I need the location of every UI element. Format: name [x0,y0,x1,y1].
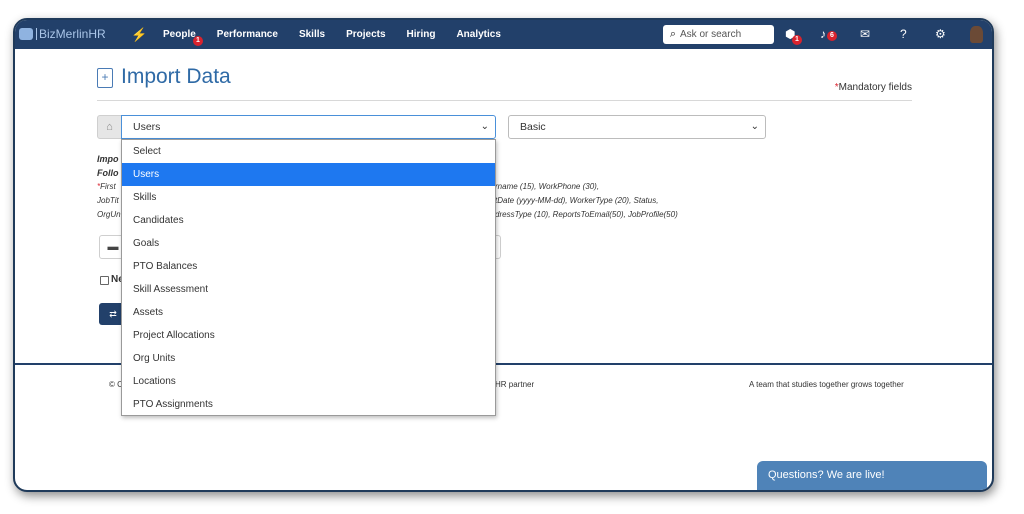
nav-projects[interactable]: Projects [346,29,385,40]
people-badge: 1 [193,36,203,46]
search-icon: ⌕ [669,28,677,40]
nav-analytics[interactable]: Analytics [456,29,500,40]
gear-icon[interactable]: ⚙ [935,27,946,41]
mode-select[interactable]: Basic ⌄ [508,115,766,139]
page-title: Import Data [121,65,231,88]
logo-text: BizMerlinHR [39,27,106,41]
dropdown-option[interactable]: Skills [122,186,495,209]
import-instructions: Impo Follo [97,154,119,178]
mode-select-value: Basic [520,121,546,133]
option-checkbox[interactable] [100,276,109,285]
mandatory-note: *Mandatory fields [834,82,912,93]
notification-badge: 6 [827,31,837,41]
dropdown-option-selected[interactable]: Users [122,163,495,186]
dropdown-option[interactable]: Locations [122,370,495,393]
nav-people[interactable]: People 1 [163,29,203,46]
nav-hiring[interactable]: Hiring [407,29,436,40]
title-divider [97,100,912,101]
dropdown-option[interactable]: PTO Assignments [122,393,495,416]
lightning-icon[interactable]: ⚡ [131,27,147,43]
main-nav: People 1 Performance Skills Projects Hir… [163,20,522,49]
footer-slogan: A team that studies together grows toget… [749,380,904,389]
logo-divider [36,28,37,40]
avatar[interactable] [970,26,983,43]
search-placeholder: Ask or search [680,29,742,40]
dropdown-option[interactable]: Assets [122,301,495,324]
import-file-icon: + [97,68,113,88]
dropdown-option[interactable]: Goals [122,232,495,255]
dropdown-option[interactable]: Skill Assessment [122,278,495,301]
bell-icon[interactable]: ♪ 6 [820,27,837,41]
field-list-left: *First JobTit OrgUn [97,182,121,219]
search-input[interactable]: ⌕ Ask or search [663,25,774,44]
mail-icon[interactable]: ✉ [860,27,870,41]
gift-badge: 1 [792,35,802,45]
dropdown-option[interactable]: Candidates [122,209,495,232]
dropdown-option[interactable]: PTO Balances [122,255,495,278]
nav-skills[interactable]: Skills [299,29,325,40]
logo[interactable]: BizMerlinHR [19,24,122,44]
dropdown-option[interactable]: Project Allocations [122,324,495,347]
chat-widget[interactable]: Questions? We are live! [757,461,987,490]
dropdown-option[interactable]: Select [122,140,495,163]
entity-dropdown: Select Users Skills Candidates Goals PTO… [121,139,496,416]
app-window: BizMerlinHR ⚡ People 1 Performance Skill… [13,18,994,492]
chevron-down-icon: ⌄ [750,121,759,132]
entity-select-value: Users [133,121,161,133]
logo-icon [19,28,33,40]
gift-icon[interactable]: ⬢ 1 [785,27,802,45]
entity-select[interactable]: Users ⌄ [121,115,496,139]
nav-performance[interactable]: Performance [217,29,278,40]
top-navbar: BizMerlinHR ⚡ People 1 Performance Skill… [15,20,992,49]
field-list-right: rname (15), WorkPhone (30), tDate (yyyy-… [495,182,678,219]
chevron-down-icon: ⌄ [480,121,489,132]
lock-icon: ⌂ [97,115,122,139]
dropdown-option[interactable]: Org Units [122,347,495,370]
help-icon[interactable]: ? [900,27,907,41]
